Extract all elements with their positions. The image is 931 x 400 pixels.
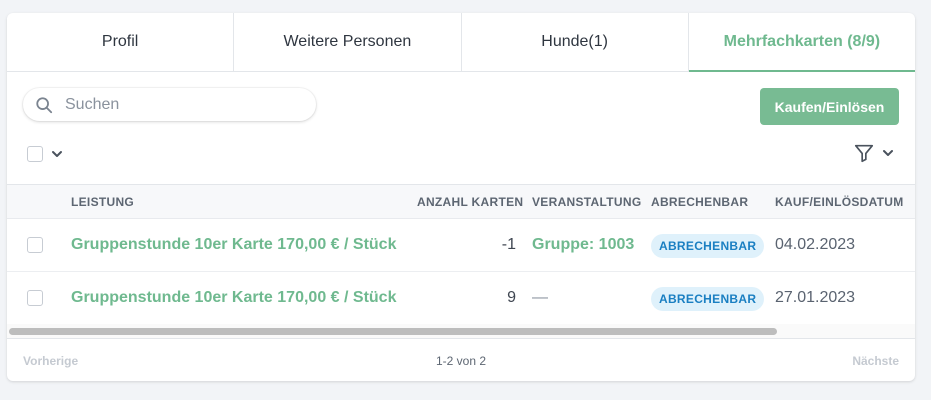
table-row: Gruppenstunde 10er Karte 170,00 € / Stüc…	[7, 219, 915, 272]
pagination: Vorherige 1-2 von 2 Nächste	[7, 338, 915, 381]
bulk-select-dropdown[interactable]	[27, 146, 63, 162]
column-header-event[interactable]: VERANSTALTUNG	[532, 195, 641, 209]
tab-mehrfachkarten[interactable]: Mehrfachkarten (8/9)	[688, 13, 915, 72]
multi-card-panel: Profil Weitere Personen Hunde(1) Mehrfac…	[7, 13, 915, 381]
event-link[interactable]: Gruppe: 1003	[532, 236, 634, 254]
row-checkbox[interactable]	[27, 290, 43, 306]
horizontal-scrollbar[interactable]	[7, 324, 915, 338]
select-all-checkbox[interactable]	[27, 146, 43, 162]
billable-badge: ABRECHENBAR	[651, 287, 765, 311]
chevron-down-icon	[883, 150, 893, 156]
page-info: 1-2 von 2	[435, 354, 487, 368]
tab-weitere-personen[interactable]: Weitere Personen	[234, 13, 462, 71]
service-link[interactable]: Gruppenstunde 10er Karte 170,00 € / Stüc…	[71, 236, 396, 254]
filter-dropdown[interactable]	[853, 142, 894, 164]
column-header-billable[interactable]: ABRECHENBAR	[651, 195, 748, 209]
card-count: -1	[501, 236, 516, 253]
service-link[interactable]: Gruppenstunde 10er Karte 170,00 € / Stüc…	[71, 289, 396, 307]
buy-redeem-button[interactable]: Kaufen/Einlösen	[760, 88, 899, 125]
column-header-count[interactable]: ANZAHL KARTEN	[417, 195, 523, 209]
card-count: 9	[507, 289, 516, 306]
search-box	[23, 88, 316, 121]
column-header-service[interactable]: LEISTUNG	[71, 195, 134, 209]
filter-icon	[854, 144, 874, 163]
purchase-date: 27.01.2023	[775, 289, 856, 306]
event-empty: —	[532, 289, 548, 306]
tab-profil[interactable]: Profil	[7, 13, 235, 71]
chevron-down-icon	[52, 151, 62, 157]
column-header-date[interactable]: KAUF/EINLÖSDATUM	[775, 195, 904, 209]
table-row: Gruppenstunde 10er Karte 170,00 € / Stüc…	[7, 272, 915, 325]
search-input[interactable]	[65, 95, 295, 114]
tab-hunde[interactable]: Hunde(1)	[462, 13, 689, 71]
tab-bar: Profil Weitere Personen Hunde(1) Mehrfac…	[7, 13, 915, 72]
next-page-button[interactable]: Nächste	[852, 354, 899, 368]
table-header: LEISTUNG ANZAHL KARTEN VERANSTALTUNG ABR…	[7, 184, 915, 219]
scrollbar-thumb[interactable]	[9, 328, 777, 335]
row-checkbox[interactable]	[27, 237, 43, 253]
purchase-date: 04.02.2023	[775, 236, 856, 253]
search-icon	[36, 96, 53, 113]
billable-badge: ABRECHENBAR	[651, 234, 765, 258]
